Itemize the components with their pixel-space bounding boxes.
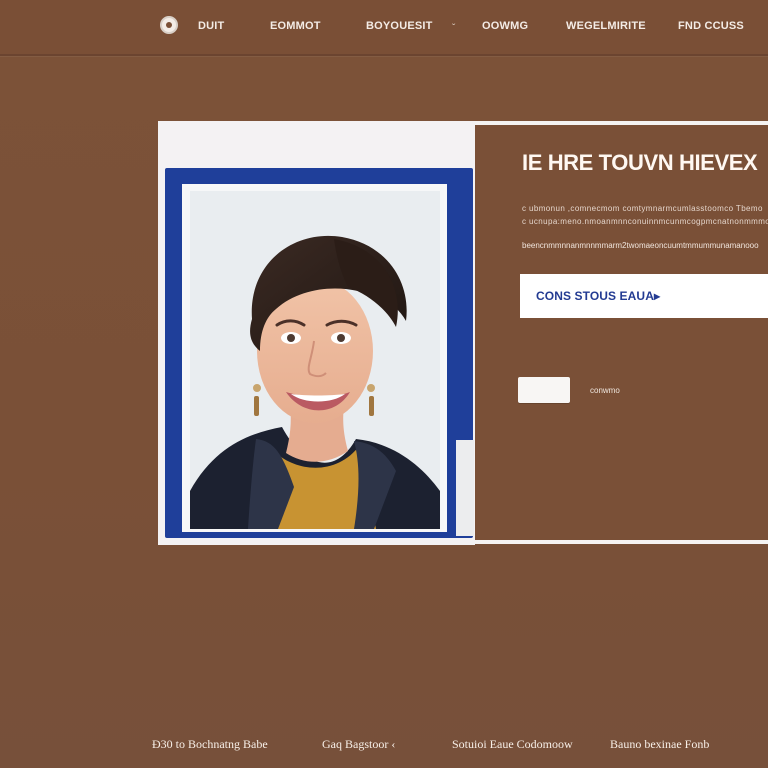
hero-body-line: c ucnupa:meno.nmoanmnnconuinnmcunmcogpmc… [522, 217, 768, 226]
portrait-photo [190, 191, 440, 529]
nav-item-fnd-ccuss[interactable]: FND CCUSS [678, 20, 744, 32]
small-action-button[interactable] [518, 377, 570, 403]
nav-item-boyouesit[interactable]: BOYOUESIT [366, 20, 433, 32]
nav-item-oowmg[interactable]: OOWMG [482, 20, 528, 32]
hero-subline: beencnmmnnanmnnmmarm2twomaeoncuumtmmummu… [522, 241, 759, 250]
chevron-down-icon[interactable]: ˇ [452, 23, 455, 34]
hero-body: c ubmonun ,comnecmom comtymnarmcumlassto… [522, 203, 768, 229]
nav-item-duit[interactable]: DUIT [198, 20, 224, 32]
small-action-link[interactable]: conwmo [590, 386, 620, 395]
photo-side-tab [456, 440, 474, 536]
primary-cta-button[interactable]: CONS STOUS EAUA▸ [520, 274, 768, 318]
footer-link-2[interactable]: Gaq Bagstoor ‹ [322, 737, 395, 752]
footer-link-4[interactable]: Bauno bexinae Fonb [610, 737, 709, 752]
hero-title: IE HRE TOUVN HIEVEX [522, 150, 758, 175]
logo-icon[interactable] [160, 16, 178, 34]
hero-body-line: c ubmonun ,comnecmom comtymnarmcumlassto… [522, 204, 763, 213]
portrait-image [190, 191, 440, 529]
page: DUIT EOMMOT BOYOUESIT ˇ OOWMG WEGELMIRIT… [0, 0, 768, 768]
nav-item-eommot[interactable]: EOMMOT [270, 20, 321, 32]
top-navigation: DUIT EOMMOT BOYOUESIT ˇ OOWMG WEGELMIRIT… [0, 0, 768, 56]
footer-link-1[interactable]: Ð30 to Bochnatng Babe [152, 737, 268, 752]
footer-link-3[interactable]: Sotuioi Eaue Codomoow [452, 737, 573, 752]
nav-item-wegelmirite[interactable]: WEGELMIRITE [566, 20, 646, 32]
